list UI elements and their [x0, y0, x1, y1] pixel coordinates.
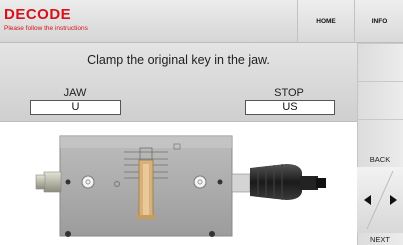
next-button[interactable]: NEXT: [357, 235, 403, 244]
page-title: DECODE: [4, 6, 72, 23]
instruction-text: Clamp the original key in the jaw.: [87, 53, 270, 67]
side-cell: [358, 81, 403, 120]
key-clamp-illustration: [35, 135, 326, 237]
prev-next-arrows[interactable]: [357, 167, 403, 233]
instruction-panel: Clamp the original key in the jaw. JAW U…: [0, 43, 357, 122]
home-button[interactable]: HOME: [297, 0, 354, 42]
jaw-value-field: U: [30, 100, 121, 115]
back-button[interactable]: BACK: [357, 155, 403, 164]
stop-value-field: US: [245, 100, 335, 115]
info-button[interactable]: INFO: [354, 0, 403, 42]
page-subtitle: Please follow the instructions: [4, 25, 88, 32]
side-cell: [358, 43, 403, 82]
header: DECODE Please follow the instructions HO…: [0, 0, 403, 43]
jaw-label: JAW: [63, 87, 87, 99]
stop-label: STOP: [274, 87, 304, 99]
